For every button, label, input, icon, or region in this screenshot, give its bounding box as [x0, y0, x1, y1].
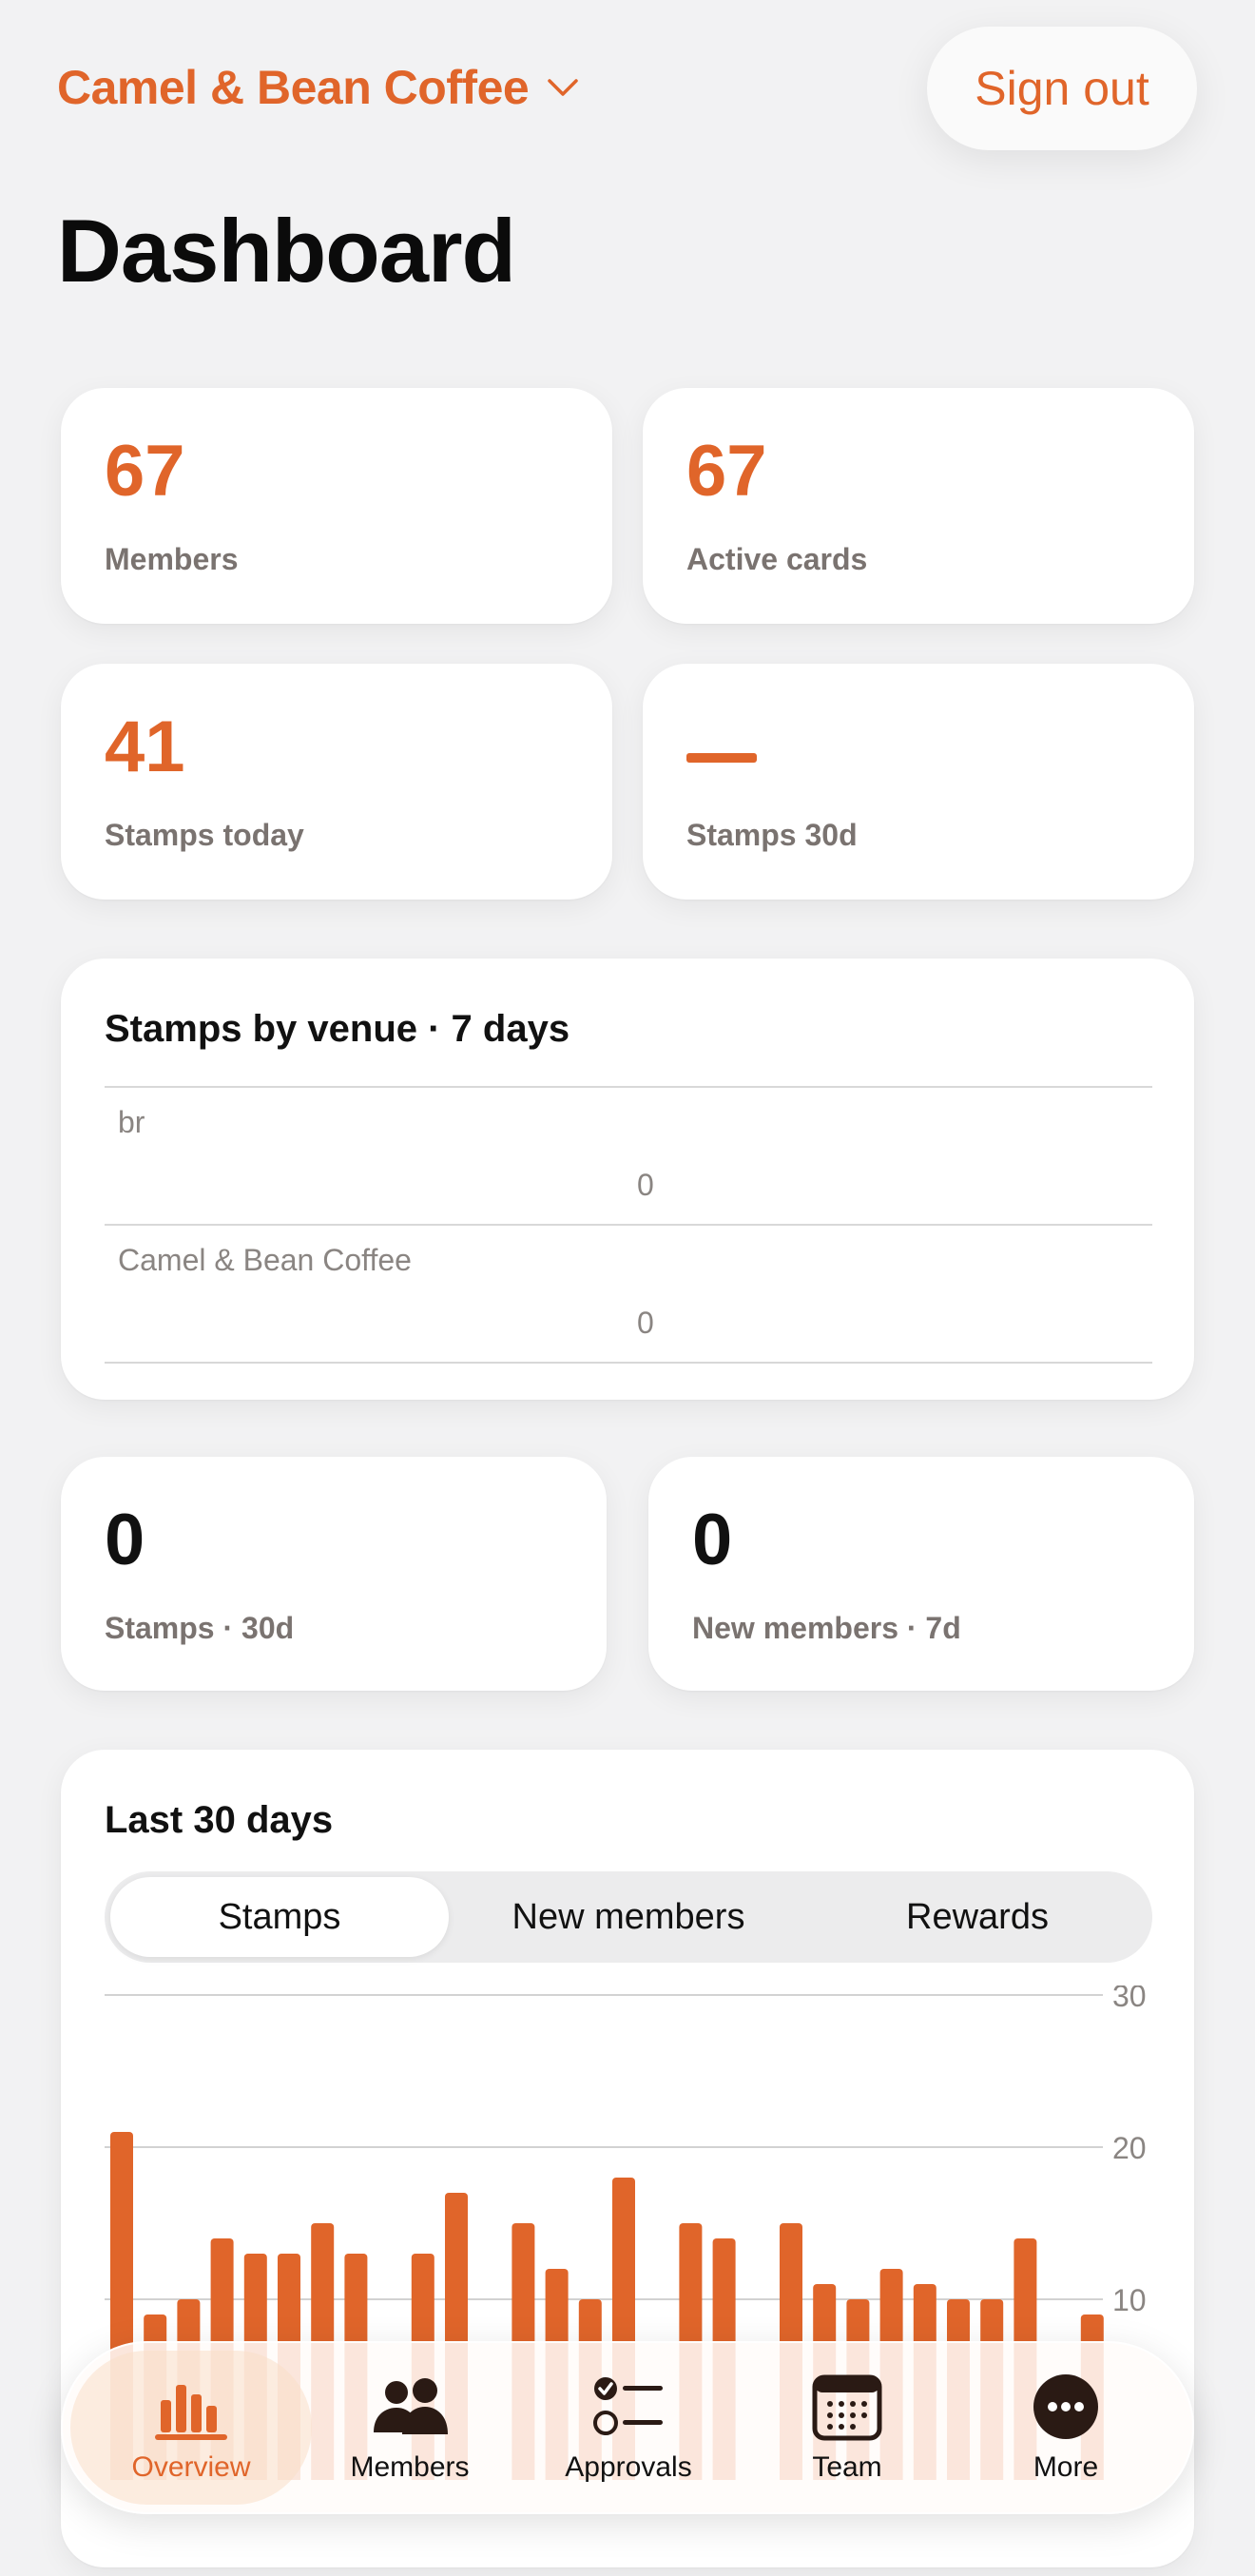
segment-stamps[interactable]: Stamps: [110, 1877, 449, 1957]
stat-value: 67: [105, 431, 185, 512]
card-title: Last 30 days: [105, 1799, 334, 1841]
tab-label: Members: [350, 2451, 470, 2483]
card-title: Stamps by venue · 7 days: [105, 1008, 570, 1050]
stat-value: 67: [686, 431, 767, 512]
summary-value: 0: [692, 1500, 733, 1580]
tab-more[interactable]: More: [956, 2341, 1175, 2514]
stat-card-members: 67 Members: [61, 388, 612, 624]
venue-row-name: br: [118, 1105, 145, 1139]
venue-row-name: Camel & Bean Coffee: [118, 1243, 412, 1277]
venue-table: br 0 Camel & Bean Coffee 0: [105, 1086, 1152, 1364]
stat-label: Stamps 30d: [686, 818, 858, 852]
tab-label: Approvals: [565, 2451, 692, 2483]
venue-row-count: 0: [637, 1168, 654, 1202]
venue-row-count: 0: [637, 1306, 654, 1340]
tab-members[interactable]: Members: [300, 2341, 519, 2514]
bottom-tab-bar: Overview Members Approvals Team More: [61, 2341, 1194, 2514]
tab-label: Team: [812, 2451, 882, 2483]
venue-name: Camel & Bean Coffee: [57, 61, 530, 114]
summary-card-new-members-7d: 0 New members · 7d: [648, 1457, 1194, 1691]
segment-new-members[interactable]: New members: [459, 1877, 798, 1957]
venue-picker[interactable]: Camel & Bean Coffee: [57, 57, 582, 118]
stat-card-stamps-30d: Stamps 30d: [643, 664, 1194, 900]
tab-label: Overview: [131, 2451, 251, 2483]
summary-label: New members · 7d: [692, 1611, 961, 1645]
tab-overview[interactable]: Overview: [82, 2341, 300, 2514]
stat-label: Members: [105, 542, 239, 576]
venue-row: br 0: [105, 1086, 1152, 1224]
metric-segmented-control: Stamps New members Rewards: [105, 1871, 1152, 1963]
sign-out-button[interactable]: Sign out: [927, 27, 1197, 150]
stat-value: 41: [105, 707, 185, 787]
top-bar: Camel & Bean Coffee Sign out: [0, 0, 1255, 171]
y-tick-label: 20: [1112, 2131, 1147, 2165]
stat-card-active-cards: 67 Active cards: [643, 388, 1194, 624]
stat-card-stamps-today: 41 Stamps today: [61, 664, 612, 900]
stat-label: Stamps today: [105, 818, 304, 852]
chevron-down-icon: [548, 79, 578, 96]
checklist-icon: [593, 2377, 663, 2435]
summary-value: 0: [105, 1500, 145, 1580]
y-tick-label: 30: [1112, 1985, 1147, 2013]
tab-label: More: [1033, 2451, 1099, 2483]
empty-value-dash: [686, 753, 757, 763]
summary-label: Stamps · 30d: [105, 1611, 295, 1645]
summary-card-stamps-30d: 0 Stamps · 30d: [61, 1457, 607, 1691]
bar-chart-icon: [155, 2385, 227, 2440]
segment-rewards[interactable]: Rewards: [808, 1877, 1147, 1957]
stat-label: Active cards: [686, 542, 868, 576]
more-icon: [1033, 2374, 1098, 2439]
tab-team[interactable]: Team: [738, 2341, 956, 2514]
calendar-icon: [812, 2374, 882, 2441]
people-icon: [374, 2378, 448, 2434]
y-tick-label: 10: [1112, 2283, 1147, 2317]
tab-approvals[interactable]: Approvals: [519, 2341, 738, 2514]
page-title: Dashboard: [57, 201, 516, 300]
venue-row: Camel & Bean Coffee 0: [105, 1224, 1152, 1364]
stamps-by-venue-card: Stamps by venue · 7 days br 0 Camel & Be…: [61, 959, 1194, 1400]
